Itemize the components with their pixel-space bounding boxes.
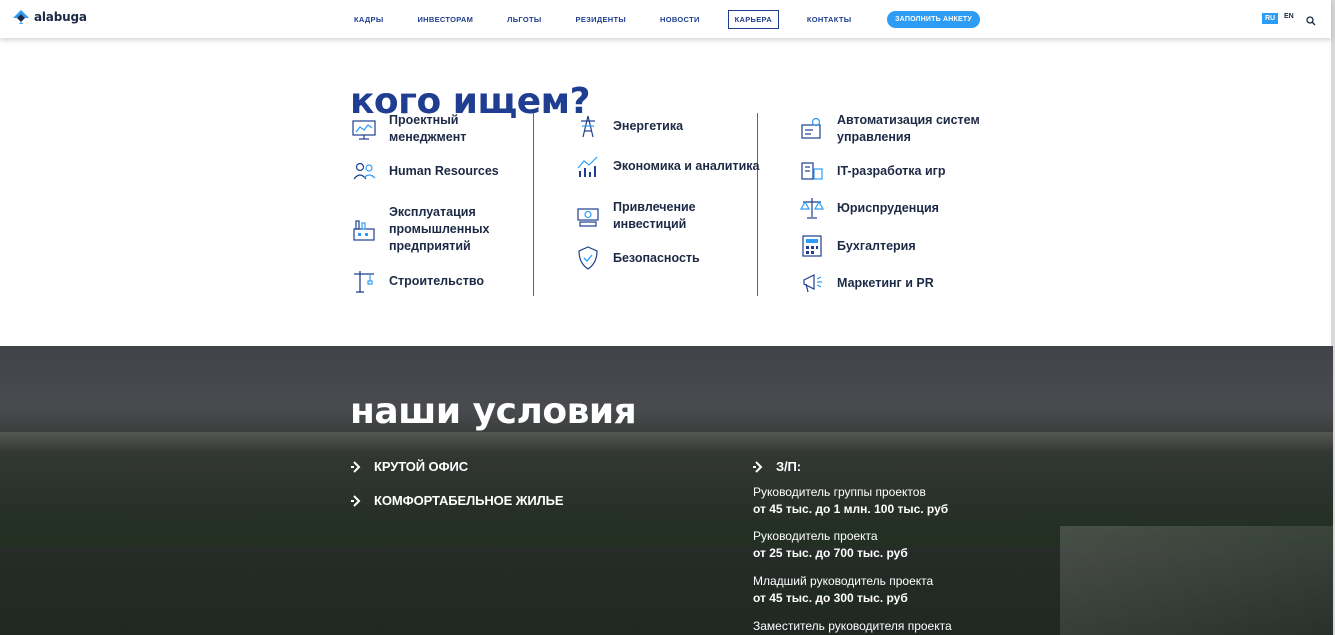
salary-heading: З/П: — [753, 459, 801, 474]
specialty-item[interactable]: Энергетика — [575, 113, 763, 139]
logo-icon — [13, 10, 29, 24]
nav-item-news[interactable]: НОВОСТИ — [654, 11, 706, 28]
main-nav: КАДРЫ ИНВЕСТОРАМ ЛЬГОТЫ РЕЗИДЕНТЫ НОВОСТ… — [336, 0, 857, 38]
specialty-item[interactable]: Эксплуатация промышленных предприятий — [351, 204, 539, 255]
fill-form-button[interactable]: ЗАПОЛНИТЬ АНКЕТУ — [887, 11, 980, 28]
salary-position: Руководитель проекта — [753, 529, 878, 543]
salary-entry: Заместитель руководителя проекта — [753, 618, 952, 635]
shield-icon — [578, 246, 598, 270]
specialty-item[interactable]: Юриспруденция — [799, 195, 987, 221]
arrow-right-icon — [351, 460, 361, 473]
arrow-right-icon — [351, 494, 361, 507]
nav-item-contacts[interactable]: КОНТАКТЫ — [801, 11, 857, 28]
specialty-item[interactable]: Автоматизация систем управления — [799, 112, 987, 146]
condition-item: КОМФОРТАБЕЛЬНОЕ ЖИЛЬЕ — [351, 493, 564, 508]
logo-text: alabuga — [34, 10, 87, 24]
monitor-chart-icon — [352, 120, 376, 140]
specialty-label: Маркетинг и PR — [837, 275, 934, 290]
background-horizon — [0, 432, 1333, 452]
specialty-item[interactable]: Привлечение инвестиций — [575, 199, 763, 233]
analytics-chart-icon — [577, 156, 598, 177]
specialty-label: Экономика и аналитика — [613, 158, 760, 173]
salary-range: от 25 тыс. до 700 тыс. руб — [753, 546, 908, 560]
specialty-item[interactable]: Проектный менеджмент — [351, 112, 539, 146]
scales-icon — [799, 198, 825, 219]
money-icon — [577, 208, 599, 227]
specialty-item[interactable]: Human Resources — [351, 158, 539, 184]
specialty-label: Строительство — [389, 273, 485, 288]
specialty-item[interactable]: Маркетинг и PR — [799, 270, 987, 296]
specialty-item[interactable]: Безопасность — [575, 245, 763, 271]
salary-entry: Руководитель группы проектов от 45 тыс. … — [753, 484, 948, 518]
salary-position: Младший руководитель проекта — [753, 574, 934, 588]
people-icon — [353, 162, 376, 180]
section-title-conditions: наши условия — [350, 391, 637, 432]
lang-ru-button[interactable]: RU — [1262, 13, 1278, 24]
calculator-icon — [802, 235, 822, 257]
background-village — [1060, 526, 1333, 635]
specialty-label: Юриспруденция — [837, 200, 939, 215]
salary-range: от 45 тыс. до 300 тыс. руб — [753, 591, 908, 605]
who-we-seek-section: кого ищем? — [0, 38, 1331, 346]
nav-item-residents[interactable]: РЕЗИДЕНТЫ — [570, 11, 632, 28]
specialty-item[interactable]: IT-разработка игр — [799, 158, 987, 184]
specialty-label: Привлечение инвестиций — [613, 200, 696, 231]
arrow-right-icon — [753, 460, 763, 473]
specialty-label: Автоматизация систем управления — [837, 113, 980, 144]
conditions-section: наши условия КРУТОЙ ОФИС КОМФОРТАБЕЛЬНОЕ… — [0, 346, 1333, 635]
nav-item-kadry[interactable]: КАДРЫ — [348, 11, 389, 28]
power-tower-icon — [581, 115, 595, 138]
search-icon[interactable] — [1306, 13, 1316, 31]
factory-icon — [353, 219, 375, 241]
specialty-label: Безопасность — [613, 250, 700, 265]
specialty-label: Бухгалтерия — [837, 238, 916, 253]
crane-icon — [354, 271, 374, 293]
salary-entry: Младший руководитель проекта от 45 тыс. … — [753, 573, 933, 607]
specialty-label: Энергетика — [613, 118, 684, 133]
specialty-label: IT-разработка игр — [837, 163, 946, 178]
lang-en-button[interactable]: EN — [1284, 13, 1294, 20]
specialty-item[interactable]: Экономика и аналитика — [575, 153, 763, 179]
logo[interactable]: alabuga — [12, 9, 87, 25]
specialty-label: Эксплуатация промышленных предприятий — [389, 205, 490, 253]
salary-heading-label: З/П: — [776, 459, 802, 474]
salary-position: Руководитель группы проектов — [753, 485, 926, 499]
nav-item-benefits[interactable]: ЛЬГОТЫ — [501, 11, 547, 28]
specialty-label: Проектный менеджмент — [389, 113, 467, 144]
game-dev-icon — [801, 162, 823, 180]
condition-item: КРУТОЙ ОФИС — [351, 459, 468, 474]
condition-label: КРУТОЙ ОФИС — [374, 459, 469, 474]
site-header: alabuga КАДРЫ ИНВЕСТОРАМ ЛЬГОТЫ РЕЗИДЕНТ… — [0, 0, 1331, 38]
megaphone-icon — [803, 274, 822, 293]
salary-entry: Руководитель проекта от 25 тыс. до 700 т… — [753, 528, 908, 562]
nav-item-career[interactable]: КАРЬЕРА — [727, 9, 779, 29]
salary-range: от 45 тыс. до 1 млн. 100 тыс. руб — [753, 502, 949, 516]
specialty-item[interactable]: Бухгалтерия — [799, 233, 987, 259]
specialty-label: Human Resources — [389, 163, 499, 178]
specialty-item[interactable]: Строительство — [351, 268, 539, 294]
salary-position: Заместитель руководителя проекта — [753, 619, 952, 633]
nav-item-investors[interactable]: ИНВЕСТОРАМ — [411, 11, 479, 28]
automation-icon — [801, 117, 821, 139]
condition-label: КОМФОРТАБЕЛЬНОЕ ЖИЛЬЕ — [374, 493, 564, 508]
